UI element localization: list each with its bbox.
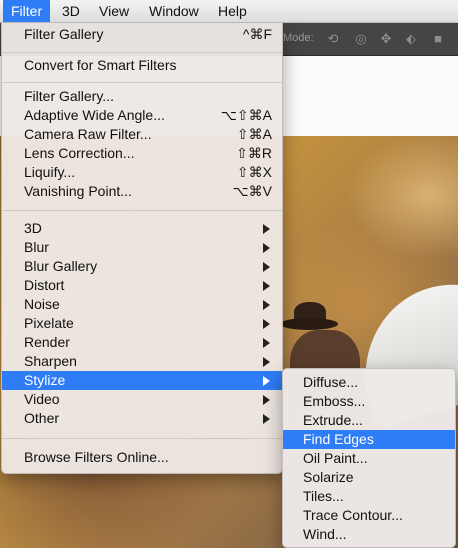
submenu-item-oil-paint[interactable]: Oil Paint... (283, 449, 455, 468)
submenu-item-label: Find Edges (303, 431, 374, 447)
menu-item-last-filter[interactable]: Filter Gallery ^⌘F (2, 25, 282, 44)
submenu-arrow-icon (263, 224, 270, 234)
submenu-arrow-icon (263, 281, 270, 291)
submenu-arrow-icon (263, 243, 270, 253)
menu-item-camera-raw-filter[interactable]: Camera Raw Filter... ⇧⌘A (2, 125, 282, 144)
submenu-item-label: Oil Paint... (303, 450, 368, 466)
menu-item-label: Browse Filters Online... (24, 449, 169, 465)
submenu-item-trace-contour[interactable]: Trace Contour... (283, 506, 455, 525)
submenu-arrow-icon (263, 338, 270, 348)
rotate-3d-icon[interactable]: ⟲ (325, 31, 341, 47)
submenu-item-diffuse[interactable]: Diffuse... (283, 373, 455, 392)
menu-item-blur-gallery[interactable]: Blur Gallery (2, 257, 282, 276)
menu-item-vanishing-point[interactable]: Vanishing Point... ⌥⌘V (2, 182, 282, 201)
submenu-item-emboss[interactable]: Emboss... (283, 392, 455, 411)
menu-item-liquify[interactable]: Liquify... ⇧⌘X (2, 163, 282, 182)
menu-item-label: 3D (24, 220, 42, 236)
menu-item-label: Video (24, 391, 60, 407)
filter-menu: Filter Gallery ^⌘F Convert for Smart Fil… (1, 22, 283, 474)
submenu-item-label: Trace Contour... (303, 507, 403, 523)
submenu-arrow-icon (263, 262, 270, 272)
menu-item-label: Vanishing Point... (24, 183, 132, 199)
menu-window[interactable]: Window (141, 0, 207, 22)
menu-item-label: Blur Gallery (24, 258, 98, 274)
menu-item-label: Blur (24, 239, 49, 255)
menu-item-label: Liquify... (24, 164, 76, 180)
mode-label: Mode: (283, 32, 314, 44)
menu-view[interactable]: View (91, 0, 137, 22)
menu-item-render[interactable]: Render (2, 333, 282, 352)
menu-separator (2, 52, 282, 53)
menu-item-label: Pixelate (24, 315, 74, 331)
submenu-arrow-icon (263, 414, 270, 424)
menu-item-browse-filters-online[interactable]: Browse Filters Online... (2, 448, 282, 467)
menu-item-lens-correction[interactable]: Lens Correction... ⇧⌘R (2, 144, 282, 163)
shortcut-label: ⇧⌘X (236, 164, 272, 180)
submenu-arrow-icon (263, 319, 270, 329)
shortcut-label: ^⌘F (242, 26, 272, 42)
menu-item-adaptive-wide-angle[interactable]: Adaptive Wide Angle... ⌥⇧⌘A (2, 106, 282, 125)
shortcut-label: ⇧⌘R (236, 145, 272, 161)
menu-item-label: Adaptive Wide Angle... (24, 107, 165, 123)
shortcut-label: ⇧⌘A (236, 126, 272, 142)
submenu-item-tiles[interactable]: Tiles... (283, 487, 455, 506)
video-camera-icon[interactable]: ■ (430, 31, 446, 47)
menu-item-video[interactable]: Video (2, 390, 282, 409)
submenu-item-wind[interactable]: Wind... (283, 525, 455, 544)
menu-3d[interactable]: 3D (54, 0, 88, 22)
menu-item-pixelate[interactable]: Pixelate (2, 314, 282, 333)
menu-item-label: Render (24, 334, 70, 350)
submenu-arrow-icon (263, 376, 270, 386)
roll-3d-icon[interactable]: ◎ (353, 31, 369, 47)
submenu-arrow-icon (263, 395, 270, 405)
submenu-item-label: Emboss... (303, 393, 366, 409)
menu-item-label: Stylize (24, 372, 66, 388)
slide-3d-icon[interactable]: ⬖ (403, 31, 419, 47)
menu-item-noise[interactable]: Noise (2, 295, 282, 314)
stylize-submenu: Diffuse... Emboss... Extrude... Find Edg… (282, 368, 456, 548)
menu-item-label: Camera Raw Filter... (24, 126, 152, 142)
shortcut-label: ⌥⇧⌘A (220, 107, 272, 123)
menu-bar: Filter 3D View Window Help (0, 0, 458, 23)
submenu-item-label: Solarize (303, 469, 354, 485)
menu-item-blur[interactable]: Blur (2, 238, 282, 257)
menu-help[interactable]: Help (210, 0, 255, 22)
menu-filter[interactable]: Filter (3, 0, 51, 22)
menu-item-label: Lens Correction... (24, 145, 135, 161)
submenu-item-label: Wind... (303, 526, 347, 542)
submenu-item-find-edges[interactable]: Find Edges (283, 430, 455, 449)
submenu-arrow-icon (263, 300, 270, 310)
menu-item-label: Distort (24, 277, 65, 293)
pan-3d-icon[interactable]: ✥ (378, 31, 394, 47)
menu-item-label: Sharpen (24, 353, 77, 369)
submenu-item-extrude[interactable]: Extrude... (283, 411, 455, 430)
menu-item-sharpen[interactable]: Sharpen (2, 352, 282, 371)
menu-separator (2, 82, 282, 83)
menu-item-3d[interactable]: 3D (2, 219, 282, 238)
menu-item-convert-smart-filters[interactable]: Convert for Smart Filters (2, 56, 282, 75)
menu-item-stylize[interactable]: Stylize (2, 371, 282, 390)
menu-item-distort[interactable]: Distort (2, 276, 282, 295)
submenu-item-label: Tiles... (303, 488, 344, 504)
menu-item-other[interactable]: Other (2, 409, 282, 428)
submenu-item-solarize[interactable]: Solarize (283, 468, 455, 487)
shortcut-label: ⌥⌘V (232, 183, 272, 199)
hat-brim-shape (280, 318, 338, 330)
menu-item-label: Filter Gallery... (24, 88, 114, 104)
submenu-arrow-icon (263, 357, 270, 367)
menu-separator (2, 438, 282, 439)
menu-separator (2, 210, 282, 211)
submenu-item-label: Diffuse... (303, 374, 358, 390)
menu-item-label: Convert for Smart Filters (24, 57, 177, 73)
menu-item-label: Filter Gallery (24, 26, 104, 42)
submenu-item-label: Extrude... (303, 412, 363, 428)
menu-item-label: Noise (24, 296, 60, 312)
menu-item-label: Other (24, 410, 60, 426)
menu-item-filter-gallery[interactable]: Filter Gallery... (2, 87, 282, 106)
